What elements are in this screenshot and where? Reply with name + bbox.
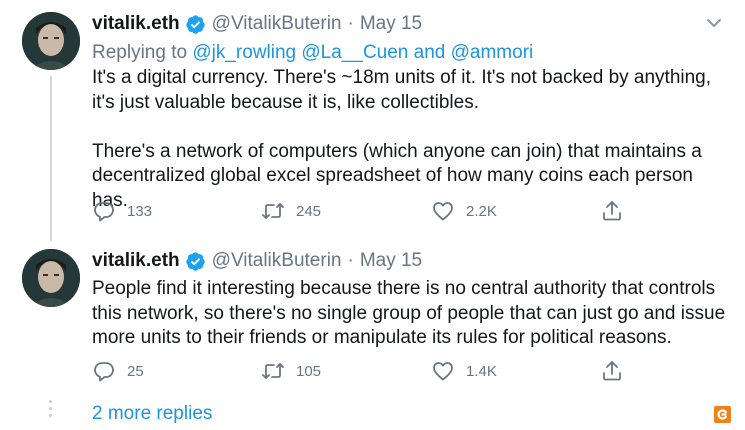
tweet[interactable]: vitalik.eth @VitalikButerin · May 15 Rep… — [0, 0, 745, 241]
display-name[interactable]: vitalik.eth — [92, 13, 180, 35]
avatar-image — [22, 249, 80, 307]
thread-dots — [45, 398, 57, 428]
handle[interactable]: @VitalikButerin — [212, 13, 342, 35]
heart-icon — [433, 202, 453, 221]
more-replies-link[interactable]: 2 more replies — [92, 403, 212, 425]
reply-button[interactable]: 133 — [92, 199, 152, 223]
avatar-image — [22, 12, 80, 70]
tweet[interactable]: vitalik.eth @VitalikButerin · May 15 Peo… — [0, 235, 745, 395]
like-button[interactable]: 2.2K — [431, 199, 497, 223]
thread-line — [50, 76, 52, 241]
verified-badge-icon — [185, 14, 206, 35]
avatar[interactable] — [22, 249, 80, 307]
tweet-actions: 25 105 1.4K — [92, 359, 652, 385]
retweet-count: 245 — [296, 202, 322, 220]
verified-badge-icon — [185, 251, 206, 272]
retweet-count: 105 — [296, 362, 322, 380]
replying-to: Replying to @jk_rowling @La__Cuen and @a… — [92, 42, 533, 64]
tweet-header: vitalik.eth @VitalikButerin · May 15 — [92, 250, 422, 272]
tweet-date[interactable]: May 15 — [360, 250, 422, 272]
replying-to-label: Replying to — [92, 42, 188, 63]
retweet-button[interactable]: 105 — [261, 359, 321, 383]
reply-button[interactable]: 25 — [92, 359, 144, 383]
like-count: 2.2K — [466, 202, 497, 220]
separator-dot: · — [347, 13, 354, 34]
avatar[interactable] — [22, 12, 80, 70]
reply-icon — [94, 202, 114, 222]
handle[interactable]: @VitalikButerin — [212, 250, 342, 272]
tweet-text: It's a digital currency. There's ~18m un… — [92, 67, 712, 211]
like-button[interactable]: 1.4K — [431, 359, 497, 383]
like-count: 1.4K — [466, 362, 497, 380]
tweet-text: People find it interesting because there… — [92, 278, 726, 348]
retweet-icon — [262, 203, 284, 219]
tweet-date[interactable]: May 15 — [360, 13, 422, 35]
reply-icon — [94, 362, 114, 382]
share-icon — [603, 201, 621, 221]
separator-dot: · — [347, 250, 354, 271]
retweet-button[interactable]: 245 — [261, 199, 321, 223]
share-icon — [603, 361, 621, 381]
tweet-actions: 133 245 2.2K — [92, 199, 652, 225]
share-button[interactable] — [600, 359, 635, 383]
watermark-logo-icon — [714, 406, 731, 423]
replying-to-users[interactable]: @jk_rowling @La__Cuen and @ammori — [192, 42, 533, 63]
display-name[interactable]: vitalik.eth — [92, 250, 180, 272]
chevron-down-icon[interactable] — [705, 14, 723, 32]
heart-icon — [433, 362, 453, 381]
reply-count: 133 — [127, 202, 153, 220]
retweet-icon — [262, 363, 284, 379]
reply-count: 25 — [127, 362, 144, 380]
share-button[interactable] — [600, 199, 635, 223]
tweet-header: vitalik.eth @VitalikButerin · May 15 — [92, 13, 422, 35]
